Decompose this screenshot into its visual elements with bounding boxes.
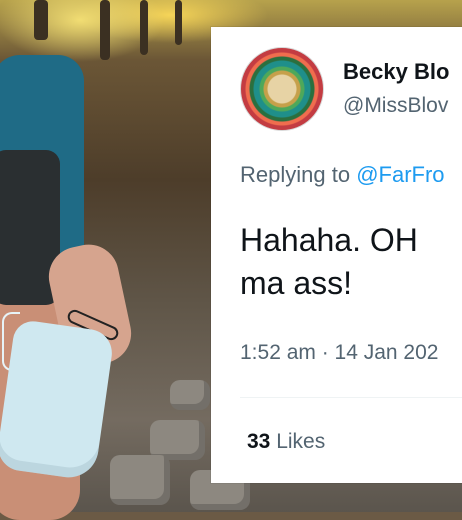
likes-label: Likes xyxy=(276,430,326,453)
display-name[interactable]: Becky Blo xyxy=(343,59,449,85)
tweet-card[interactable]: Becky Blo @MissBlov Replying to @FarFro … xyxy=(211,27,462,483)
reply-mention-link[interactable]: @FarFro xyxy=(356,162,444,187)
tweet-text: Hahaha. OH ma ass! xyxy=(240,219,462,305)
rock xyxy=(150,420,205,460)
backpack xyxy=(0,55,84,305)
tree-trunk xyxy=(140,0,148,55)
tweet-text-line: ma ass! xyxy=(240,265,353,301)
user-handle[interactable]: @MissBlov xyxy=(343,94,448,118)
tree-trunk xyxy=(34,0,48,40)
avatar-icon[interactable] xyxy=(240,47,324,131)
replying-prefix: Replying to xyxy=(240,162,357,187)
tree-trunk xyxy=(100,0,110,60)
tree-trunk xyxy=(175,0,182,45)
rock xyxy=(110,455,170,505)
rock xyxy=(170,380,210,410)
likes-number: 33 xyxy=(247,430,271,453)
divider xyxy=(240,397,462,398)
tweet-text-line: Hahaha. OH xyxy=(240,222,418,258)
likes-count[interactable]: 33 Likes xyxy=(247,430,325,454)
face-mask xyxy=(0,318,115,482)
tweet-timestamp[interactable]: 1:52 am · 14 Jan 202 xyxy=(240,341,438,365)
replying-to: Replying to @FarFro xyxy=(240,162,445,188)
